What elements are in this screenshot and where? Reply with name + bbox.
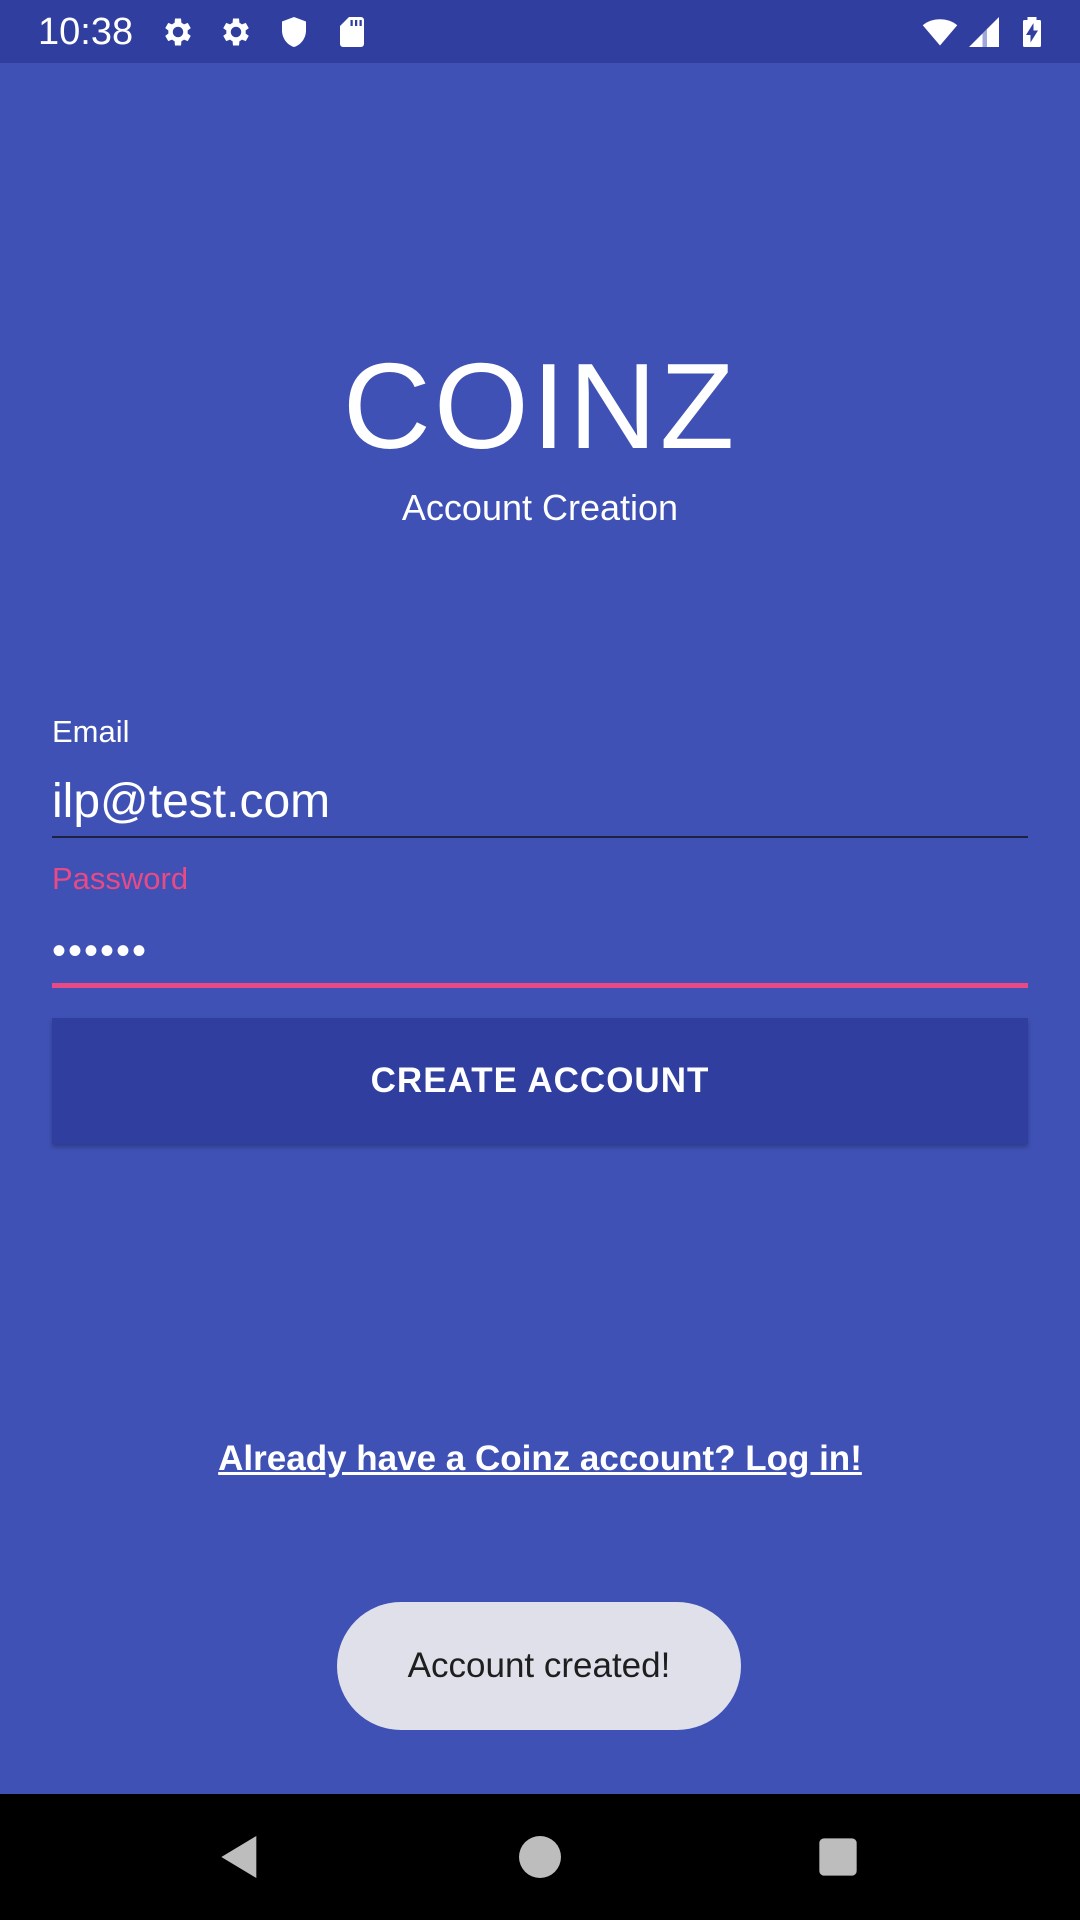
- password-underline: [52, 983, 1028, 988]
- status-time: 10:38: [38, 11, 134, 53]
- back-icon[interactable]: [212, 1829, 268, 1885]
- email-label: Email: [52, 714, 130, 749]
- page-subtitle: Account Creation: [401, 487, 679, 528]
- home-icon[interactable]: [512, 1829, 568, 1885]
- shield-icon: [276, 14, 312, 50]
- gear-icon: [160, 14, 196, 50]
- navigation-bar: [0, 1794, 1080, 1920]
- sd-card-icon: [334, 14, 370, 50]
- password-label: Password: [52, 861, 189, 896]
- toast-message: Account created!: [337, 1602, 741, 1730]
- recents-icon[interactable]: [810, 1829, 866, 1885]
- battery-charging-icon: [1014, 14, 1050, 50]
- signal-icon: [966, 14, 1002, 50]
- create-account-button[interactable]: CREATE ACCOUNT: [52, 1018, 1028, 1144]
- account-creation-screen: 10:38 COINZ Account Creation Email Passw…: [0, 0, 1080, 1920]
- password-field[interactable]: [52, 920, 1028, 982]
- gear-icon: [218, 14, 254, 50]
- email-underline: [52, 836, 1028, 838]
- app-title: COINZ: [342, 338, 738, 474]
- login-link[interactable]: Already have a Coinz account? Log in!: [0, 1436, 1080, 1482]
- email-field[interactable]: [52, 770, 1028, 834]
- wifi-icon: [922, 14, 958, 50]
- status-bar: 10:38: [0, 0, 1080, 63]
